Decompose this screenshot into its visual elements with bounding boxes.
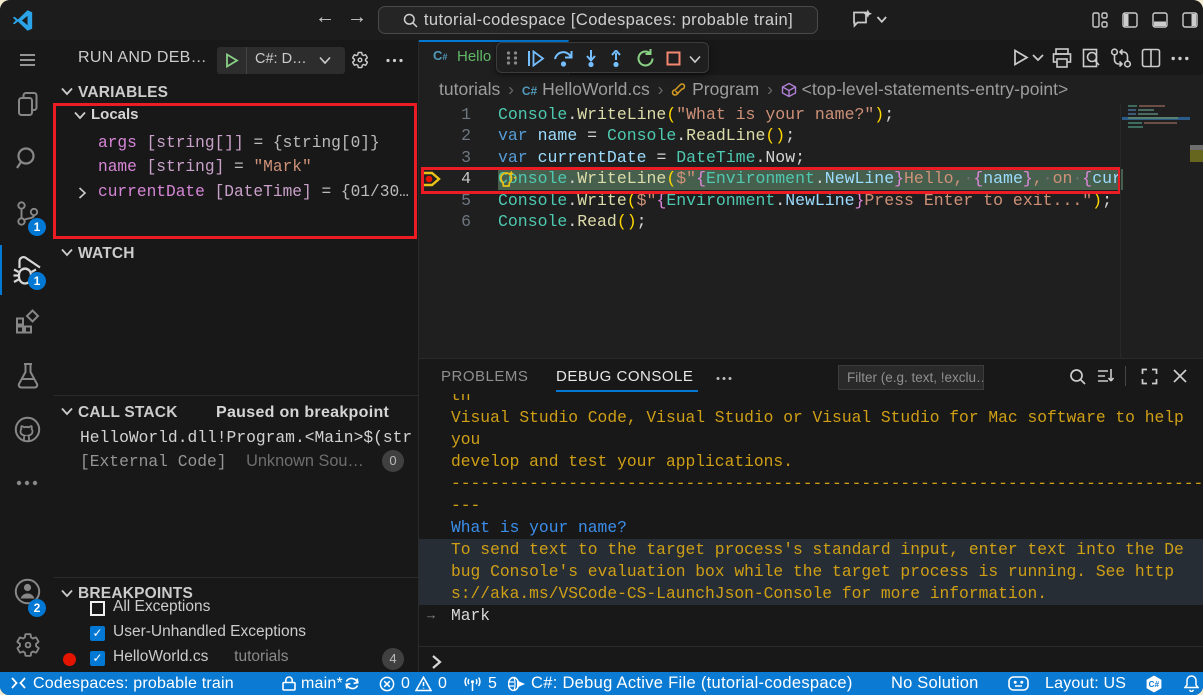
svg-text:C#: C# [1149,680,1160,689]
